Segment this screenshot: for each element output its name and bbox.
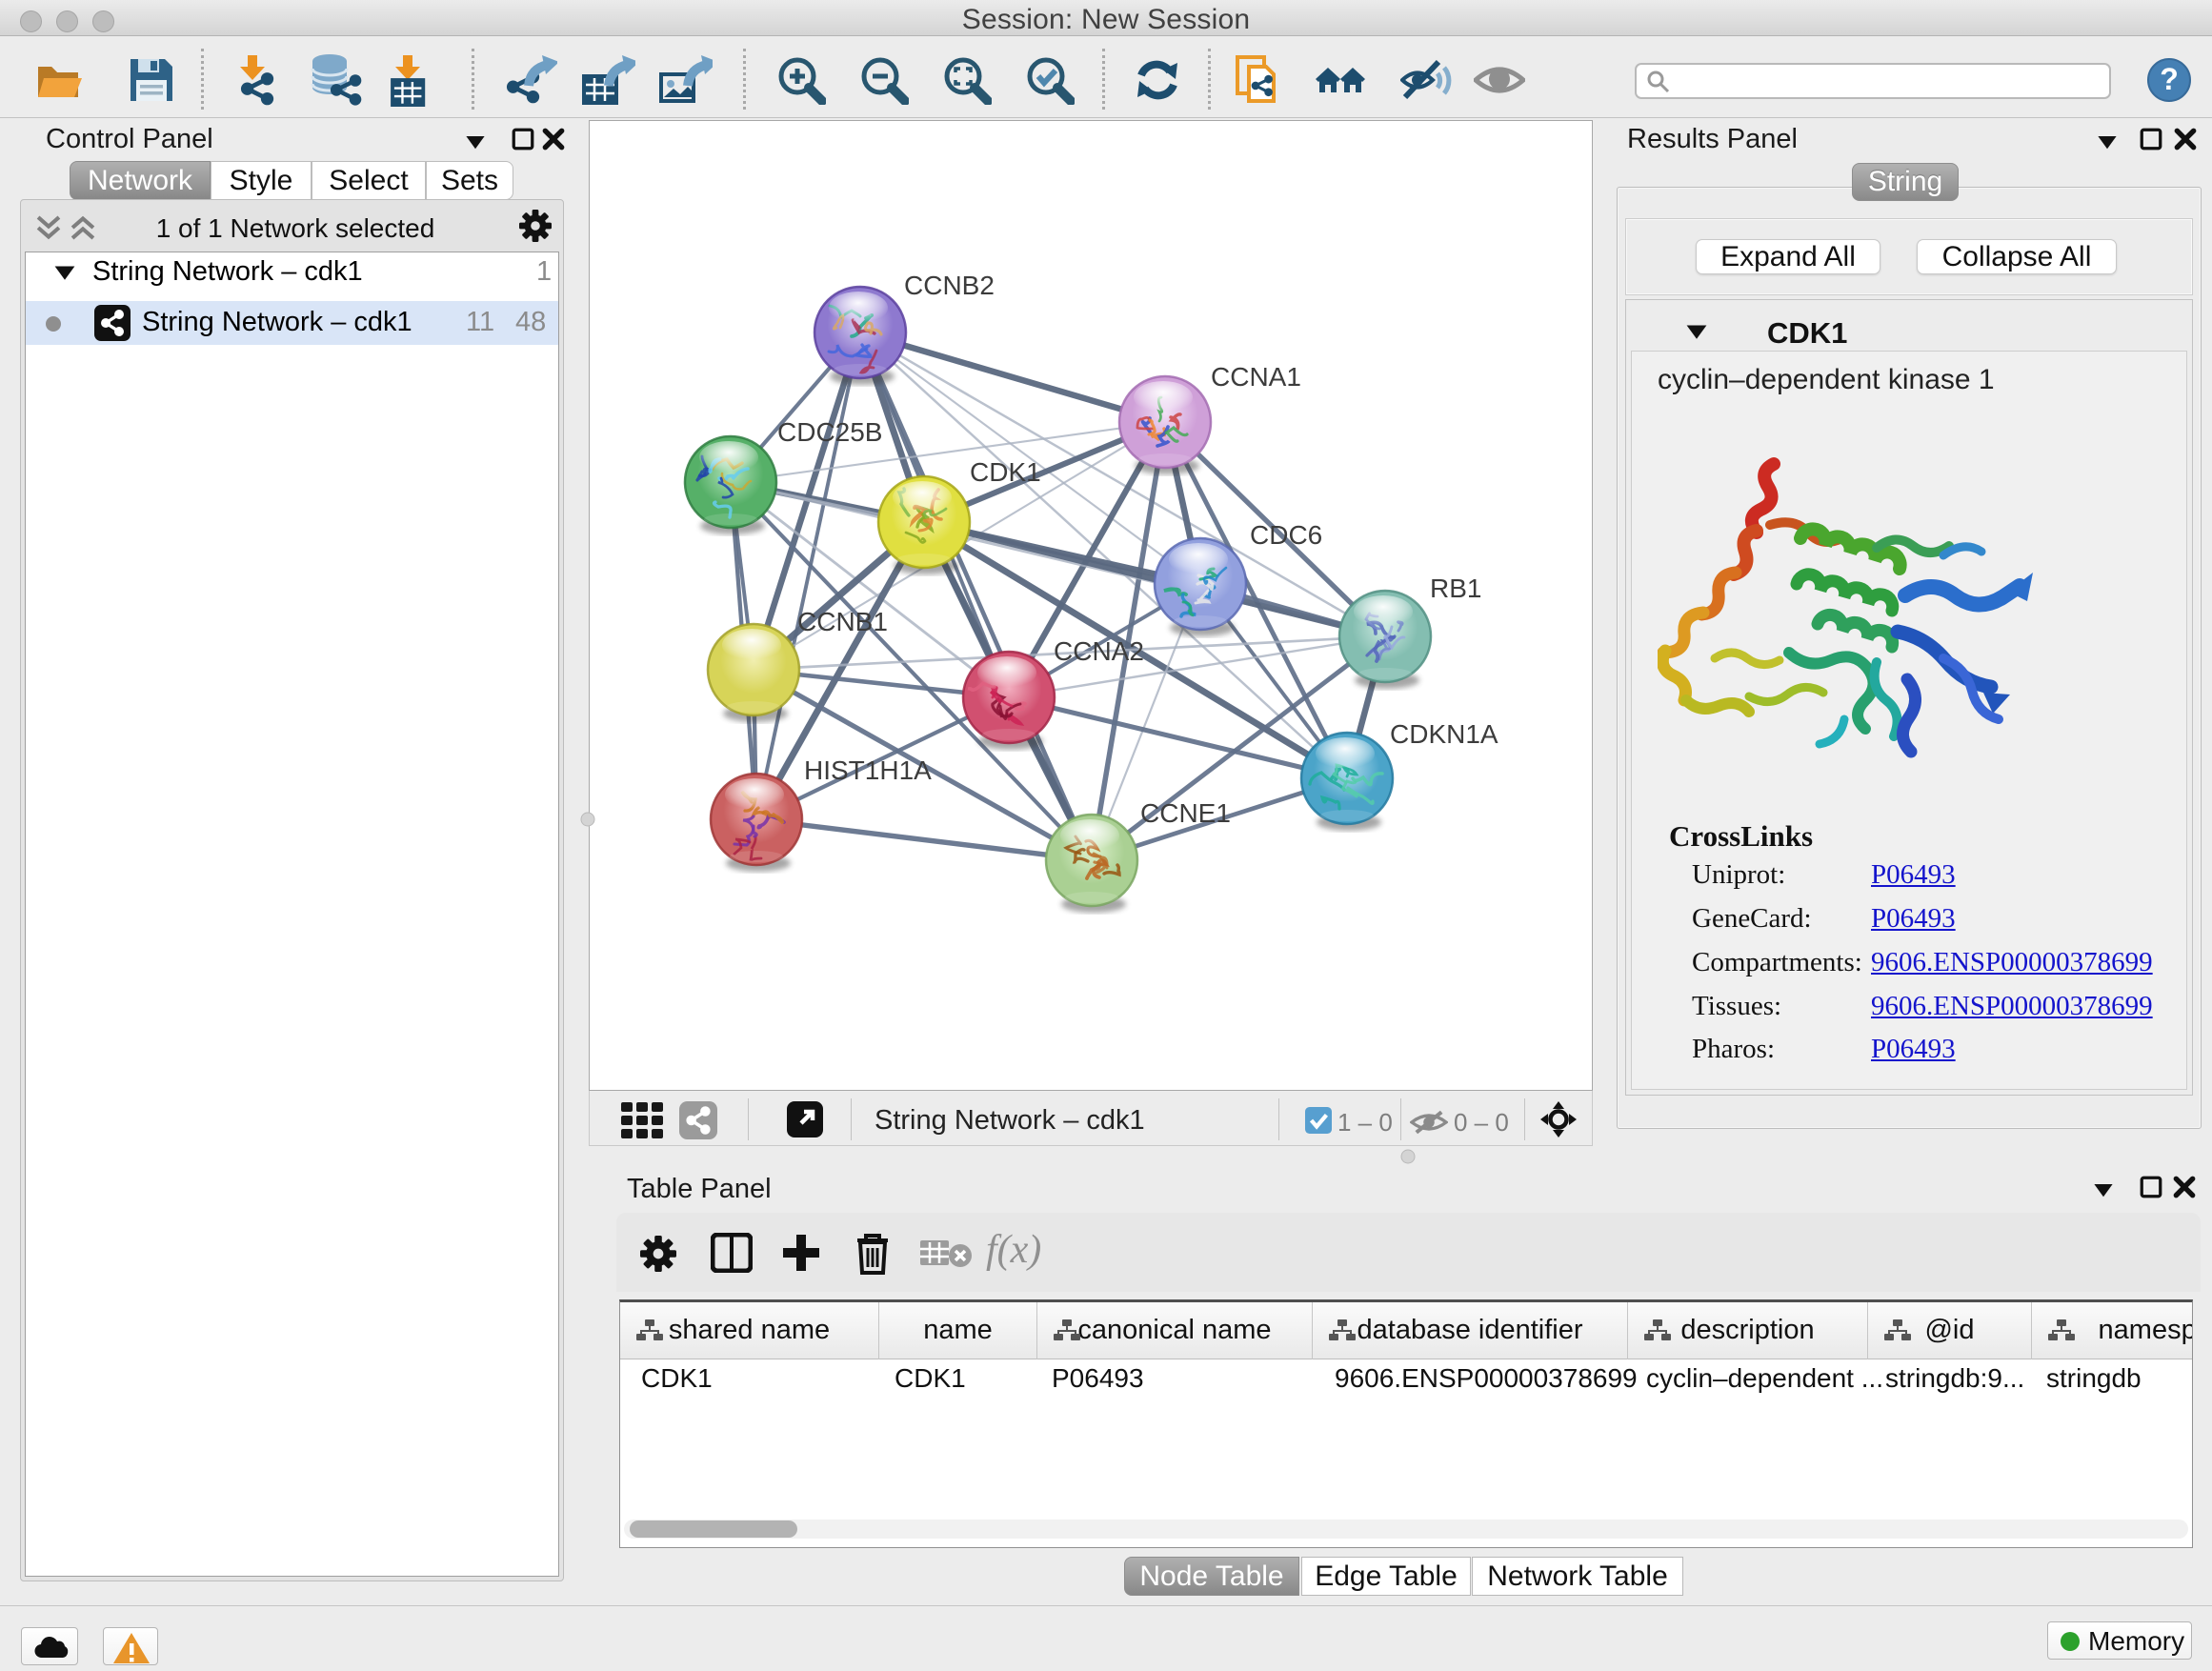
svg-text:CDK1: CDK1 [970, 457, 1041, 487]
svg-text:HIST1H1A: HIST1H1A [804, 755, 932, 785]
svg-text:CDC6: CDC6 [1250, 520, 1322, 550]
svg-text:CDC25B: CDC25B [777, 417, 882, 447]
svg-text:?: ? [2160, 62, 2179, 96]
svg-text:CCNA1: CCNA1 [1211, 362, 1301, 392]
svg-text:CCNA2: CCNA2 [1054, 636, 1144, 666]
svg-text:CCNB2: CCNB2 [904, 271, 995, 300]
svg-text:CDKN1A: CDKN1A [1390, 719, 1498, 749]
svg-text:RB1: RB1 [1430, 574, 1481, 603]
svg-text:CCNE1: CCNE1 [1140, 798, 1231, 828]
svg-text:CCNB1: CCNB1 [797, 607, 888, 636]
